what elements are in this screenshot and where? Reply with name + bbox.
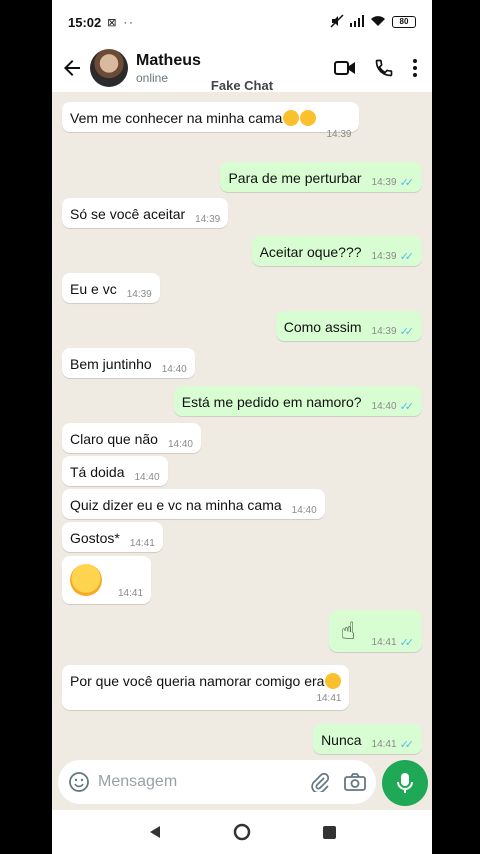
- message-meta: 14:39 ✓✓: [372, 250, 415, 263]
- microphone-icon: [397, 773, 413, 793]
- message-meta: 14:39 ✓✓: [372, 325, 415, 338]
- read-ticks-icon: ✓✓: [399, 251, 415, 263]
- message-meta: 14:41 ✓✓: [372, 738, 415, 751]
- message-incoming[interactable]: Por que você queria namorar comigo era 1…: [62, 665, 350, 710]
- message-incoming[interactable]: Tá doida 14:40: [62, 456, 168, 486]
- status-time: 15:02: [68, 14, 102, 30]
- signal-icon: [350, 14, 364, 30]
- message-meta: 14:41 ✓✓: [372, 636, 415, 649]
- read-ticks-icon: ✓✓: [399, 401, 415, 413]
- middle-finger-emoji-icon: ☝: [340, 618, 356, 645]
- message-text: Eu e vc: [70, 281, 117, 297]
- message-time: 14:39: [326, 129, 352, 140]
- message-time: 14:40: [134, 472, 160, 483]
- composer-tools: [310, 772, 366, 792]
- back-arrow-icon[interactable]: [60, 56, 84, 80]
- blush-emoji-icon: [300, 110, 317, 126]
- more-options-icon[interactable]: [412, 58, 418, 78]
- camera-icon[interactable]: [344, 772, 366, 792]
- message-time: 14:40: [161, 364, 187, 375]
- message-time: 14:40: [291, 505, 317, 516]
- mute-icon: [330, 13, 344, 31]
- message-incoming[interactable]: Bem juntinho 14:40: [62, 348, 195, 378]
- message-text: Para de me perturbar: [228, 170, 362, 186]
- wifi-icon: [370, 15, 386, 30]
- status-right: 80: [330, 13, 416, 31]
- message-composer: [58, 760, 376, 804]
- nav-recents-icon[interactable]: [323, 825, 337, 839]
- message-incoming[interactable]: Só se você aceitar 14:39: [62, 198, 229, 228]
- message-text: Como assim: [283, 319, 362, 335]
- header-actions: [334, 58, 418, 78]
- message-meta: 14:40 ✓✓: [372, 400, 415, 413]
- laughing-emoji-icon: [325, 673, 342, 689]
- video-call-icon[interactable]: [334, 60, 356, 76]
- message-text: Gostos*: [70, 530, 120, 546]
- battery-icon: 80: [392, 16, 416, 28]
- message-outgoing-emoji[interactable]: ☝ 14:41 ✓✓: [328, 610, 422, 652]
- message-time: 14:40: [167, 439, 193, 450]
- phone-screen: 15:02 ⊠ ·· 80 Matheus online Fake Chat V…: [52, 0, 432, 854]
- message-outgoing[interactable]: Aceitar oque??? 14:39 ✓✓: [251, 236, 422, 266]
- message-time: 14:41: [129, 538, 155, 549]
- message-time: 14:39: [126, 289, 152, 300]
- nav-back-icon[interactable]: [148, 825, 162, 839]
- hand-over-mouth-emoji-icon: [70, 564, 102, 596]
- attach-icon[interactable]: [310, 772, 330, 792]
- message-text: Claro que não: [70, 431, 158, 447]
- voice-message-button[interactable]: [382, 760, 428, 806]
- message-meta: 14:39 ✓✓: [372, 176, 415, 189]
- phone-call-icon[interactable]: [374, 58, 394, 78]
- message-outgoing[interactable]: Nunca 14:41 ✓✓: [313, 724, 422, 754]
- message-text: Nunca: [321, 732, 362, 748]
- message-time: 14:41: [118, 588, 144, 599]
- message-incoming[interactable]: Gostos* 14:41: [62, 522, 163, 552]
- smirk-emoji-icon: [283, 110, 300, 126]
- message-text: Tá doida: [70, 464, 125, 480]
- message-outgoing[interactable]: Para de me perturbar 14:39 ✓✓: [220, 162, 422, 192]
- notification-icons: ⊠ ··: [107, 16, 135, 29]
- message-incoming[interactable]: Claro que não 14:40: [62, 423, 201, 453]
- message-outgoing[interactable]: Está me pedido em namoro? 14:40 ✓✓: [173, 386, 422, 416]
- contact-name: Matheus: [136, 51, 201, 69]
- system-nav-bar: [52, 810, 432, 854]
- message-time: 14:41: [316, 693, 342, 704]
- message-text: Está me pedido em namoro?: [181, 394, 362, 410]
- message-text: Por que você queria namorar comigo era: [70, 673, 342, 689]
- read-ticks-icon: ✓✓: [399, 637, 415, 649]
- message-outgoing[interactable]: Como assim 14:39 ✓✓: [275, 311, 422, 341]
- message-text: Vem me conhecer na minha cama: [70, 110, 317, 126]
- message-text: Aceitar oque???: [259, 244, 362, 260]
- read-ticks-icon: ✓✓: [399, 177, 415, 189]
- message-text: Só se você aceitar: [70, 206, 186, 222]
- message-incoming[interactable]: Eu e vc 14:39: [62, 273, 160, 303]
- message-input[interactable]: [98, 773, 310, 791]
- read-ticks-icon: ✓✓: [399, 739, 415, 751]
- watermark: Fake Chat: [210, 78, 274, 93]
- read-ticks-icon: ✓✓: [399, 326, 415, 338]
- message-text: Bem juntinho: [70, 356, 152, 372]
- emoji-picker-icon[interactable]: [68, 771, 90, 793]
- message-incoming-emoji[interactable]: 14:41: [62, 556, 152, 604]
- status-bar: 15:02 ⊠ ·· 80: [52, 0, 432, 44]
- message-text: Quiz dizer eu e vc na minha cama: [70, 497, 282, 513]
- message-time: 14:39: [195, 214, 221, 225]
- message-incoming[interactable]: Vem me conhecer na minha cama 14:39: [62, 102, 360, 140]
- nav-home-icon[interactable]: [233, 823, 251, 841]
- message-incoming[interactable]: Quiz dizer eu e vc na minha cama 14:40: [62, 489, 325, 519]
